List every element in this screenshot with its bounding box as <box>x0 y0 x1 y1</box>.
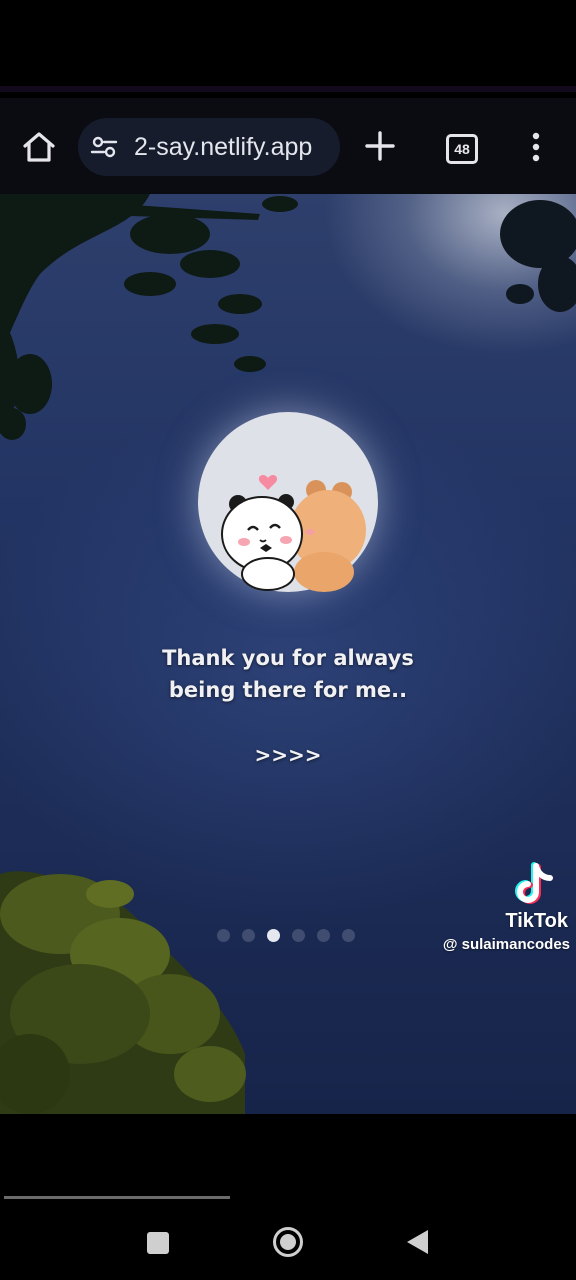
url-text[interactable]: 2-say.netlify.app <box>134 133 312 162</box>
tune-icon[interactable] <box>90 133 118 161</box>
pagination-dot[interactable] <box>217 929 230 942</box>
bear-couple-image <box>221 475 366 592</box>
home-button[interactable] <box>18 126 60 168</box>
avatar <box>198 412 378 592</box>
back-triangle-icon[interactable] <box>404 1228 430 1256</box>
tab-switcher-button[interactable]: 48 <box>446 134 478 164</box>
tiktok-logo-icon <box>515 862 553 904</box>
status-bar-divider <box>0 86 576 92</box>
address-bar[interactable]: 2-say.netlify.app <box>78 118 340 176</box>
new-tab-button[interactable] <box>362 128 398 164</box>
pagination-dot[interactable] <box>317 929 330 942</box>
pagination-dot-active[interactable] <box>267 929 280 942</box>
pagination-dot[interactable] <box>292 929 305 942</box>
recents-button[interactable] <box>147 1232 169 1254</box>
message-line-2: being there for me.. <box>168 678 408 702</box>
pagination-dots <box>217 929 367 943</box>
page-content[interactable]: Thank you for always being there for me.… <box>0 194 576 1114</box>
message-line-1: Thank you for always <box>162 646 414 670</box>
next-arrows[interactable]: >>>> <box>238 743 338 767</box>
status-bar <box>0 0 576 92</box>
plus-icon <box>365 131 395 161</box>
tiktok-username: @ sulaimancodes <box>442 936 570 953</box>
browser-toolbar: 2-say.netlify.app 48 <box>0 98 576 194</box>
more-vert-icon[interactable] <box>526 132 546 162</box>
pagination-dot[interactable] <box>242 929 255 942</box>
home-circle-icon[interactable] <box>272 1226 304 1258</box>
pagination-dot[interactable] <box>342 929 355 942</box>
home-icon <box>23 132 55 162</box>
slide-message: Thank you for always being there for me.… <box>88 642 488 706</box>
video-progress-bar[interactable] <box>4 1196 230 1199</box>
tiktok-brand: TikTok <box>505 910 568 932</box>
navigation-bar <box>0 1114 576 1280</box>
